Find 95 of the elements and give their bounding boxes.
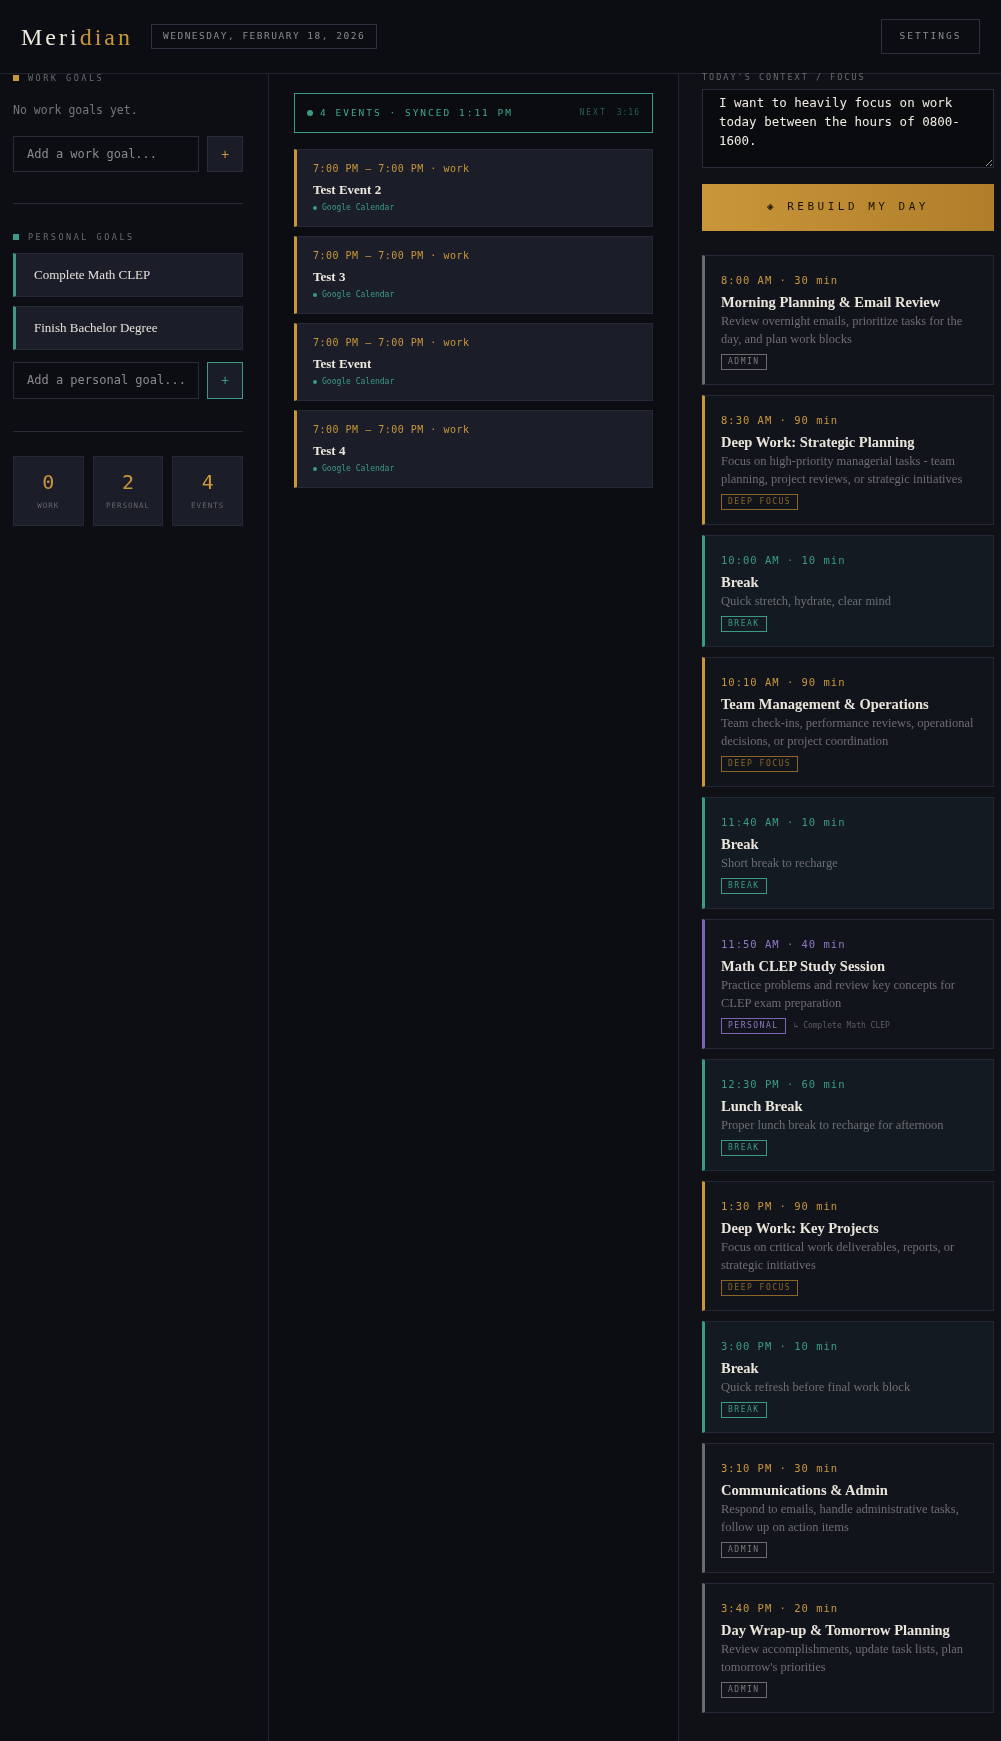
- block-time: 11:50 AM · 40 min: [721, 936, 847, 951]
- add-work-goal-button[interactable]: +: [207, 136, 243, 172]
- event-source: Google Calendar: [322, 202, 395, 214]
- block-time: 11:40 AM · 10 min: [721, 814, 847, 829]
- block-description: Review accomplishments, update task lists, plan tomorrow's priorities: [721, 1640, 964, 1676]
- block-time: 3:00 PM · 10 min: [721, 1338, 840, 1353]
- personal-goal-input[interactable]: Add a personal goal...: [13, 361, 200, 399]
- event-title: Test Event 2: [313, 181, 383, 199]
- calendar-event-card[interactable]: 7:00 PM – 7:00 PM · work Test 4 Google Calendar: [294, 410, 653, 488]
- sync-status: 4 EVENTS · SYNCED 1:11 PM: [320, 105, 513, 120]
- category-tag: DEEP FOCUS: [721, 493, 799, 510]
- schedule-block[interactable]: 3:40 PM · 20 min Day Wrap-up & Tomorrow Planning Review accomplishments, update task lists, plan tomorrow's priorities ADMIN: [702, 1582, 994, 1713]
- calendar-event-card[interactable]: 7:00 PM – 7:00 PM · work Test Event Google Calendar: [294, 323, 653, 401]
- schedule-block[interactable]: 3:00 PM · 10 min Break Quick refresh before final work block BREAK: [702, 1320, 994, 1433]
- calendar-event-card[interactable]: 7:00 PM – 7:00 PM · work Test Event 2 Google Calendar: [294, 149, 653, 227]
- block-time: 3:10 PM · 30 min: [721, 1460, 840, 1475]
- block-description: Focus on high-priority managerial tasks - team planning, project reviews, or strategic initiatives: [721, 452, 964, 488]
- app-logo: Meridian: [21, 22, 133, 52]
- event-time: 7:00 PM – 7:00 PM · work: [313, 249, 471, 263]
- category-tag: ADMIN: [721, 1681, 767, 1698]
- category-tag: BREAK: [721, 615, 767, 632]
- schedule-block[interactable]: 11:50 AM · 40 min Math CLEP Study Session Practice problems and review key concepts for CLEP exam preparation PERSONAL ↳ Complete Math CLEP: [702, 918, 994, 1049]
- block-title: Team Management & Operations: [721, 694, 930, 714]
- block-title: Math CLEP Study Session: [721, 956, 886, 976]
- section-heading: PERSONAL GOALS: [28, 231, 135, 244]
- add-personal-goal-button[interactable]: +: [207, 361, 243, 399]
- block-title: Communications & Admin: [721, 1480, 889, 1500]
- event-title: Test 3: [313, 268, 347, 286]
- stat-value: 0: [42, 470, 55, 495]
- work-goal-input[interactable]: Add a work goal...: [13, 136, 200, 172]
- block-title: Break: [721, 834, 760, 854]
- section-heading: WORK GOALS: [28, 72, 105, 85]
- event-time: 7:00 PM – 7:00 PM · work: [313, 162, 471, 176]
- block-description: Short break to recharge: [721, 854, 839, 872]
- event-source: Google Calendar: [322, 376, 395, 388]
- schedule-block[interactable]: 1:30 PM · 90 min Deep Work: Key Projects Focus on critical work deliverables, reports, or strategic initiatives DEEP FOCUS: [702, 1180, 994, 1311]
- category-tag: DEEP FOCUS: [721, 755, 799, 772]
- block-title: Lunch Break: [721, 1096, 804, 1116]
- schedule-block[interactable]: 11:40 AM · 10 min Break Short break to recharge BREAK: [702, 796, 994, 909]
- block-time: 8:00 AM · 30 min: [721, 272, 840, 287]
- category-tag: BREAK: [721, 1139, 767, 1156]
- personal-goal-item[interactable]: Finish Bachelor Degree: [13, 305, 243, 350]
- event-time: 7:00 PM – 7:00 PM · work: [313, 423, 471, 437]
- category-tag: BREAK: [721, 1401, 767, 1418]
- block-title: Deep Work: Key Projects: [721, 1218, 880, 1238]
- block-time: 3:40 PM · 20 min: [721, 1600, 840, 1615]
- block-title: Day Wrap-up & Tomorrow Planning: [721, 1620, 951, 1640]
- event-time: 7:00 PM – 7:00 PM · work: [313, 336, 471, 350]
- block-time: 8:30 AM · 90 min: [721, 412, 840, 427]
- empty-message: No work goals yet.: [13, 101, 139, 119]
- category-tag: BREAK: [721, 877, 767, 894]
- stat-value: 2: [121, 470, 134, 495]
- block-title: Deep Work: Strategic Planning: [721, 432, 916, 452]
- context-label: TODAY'S CONTEXT / FOCUS: [702, 71, 867, 84]
- square-bullet-icon: [13, 234, 19, 241]
- block-time: 12:30 PM · 60 min: [721, 1076, 847, 1091]
- rebuild-day-button[interactable]: ◈ REBUILD MY DAY: [702, 183, 994, 231]
- schedule-block[interactable]: 12:30 PM · 60 min Lunch Break Proper lunch break to recharge for afternoon BREAK: [702, 1058, 994, 1171]
- category-tag: PERSONAL: [721, 1017, 786, 1034]
- event-source: Google Calendar: [322, 463, 395, 475]
- block-description: Proper lunch break to recharge for afternoon: [721, 1116, 945, 1134]
- personal-goal-item[interactable]: Complete Math CLEP: [13, 252, 243, 297]
- category-tag: ADMIN: [721, 353, 767, 370]
- square-bullet-icon: [13, 75, 19, 82]
- block-time: 10:10 AM · 90 min: [721, 674, 847, 689]
- category-tag: ADMIN: [721, 1541, 767, 1558]
- category-tag: DEEP FOCUS: [721, 1279, 799, 1296]
- event-title: Test Event: [313, 355, 373, 373]
- block-description: Practice problems and review key concepts for CLEP exam preparation: [721, 976, 956, 1012]
- block-description: Respond to emails, handle administrative tasks, follow up on action items: [721, 1500, 960, 1536]
- block-title: Morning Planning & Email Review: [721, 292, 942, 312]
- event-title: Test 4: [313, 442, 347, 460]
- date-label: WEDNESDAY, FEBRUARY 18, 2026: [151, 24, 378, 49]
- block-description: Quick stretch, hydrate, clear mind: [721, 592, 893, 610]
- block-description: Team check-ins, performance reviews, operational decisions, or project coordination: [721, 714, 975, 750]
- settings-button[interactable]: SETTINGS: [881, 19, 980, 54]
- next-label: NEXT: [579, 107, 607, 119]
- linked-goal: ↳ Complete Math CLEP: [793, 1019, 890, 1032]
- block-description: Focus on critical work deliverables, reports, or strategic initiatives: [721, 1238, 956, 1274]
- block-title: Break: [721, 1358, 760, 1378]
- context-textarea[interactable]: I want to heavily focus on work today between the hours of 0800-1600.: [702, 88, 994, 168]
- calendar-event-card[interactable]: 7:00 PM – 7:00 PM · work Test 3 Google Calendar: [294, 236, 653, 314]
- schedule-block[interactable]: 8:00 AM · 30 min Morning Planning & Email Review Review overnight emails, prioritize tasks for the day, and plan work blocks ADMIN: [702, 254, 994, 385]
- block-description: Review overnight emails, prioritize tasks for the day, and plan work blocks: [721, 312, 964, 348]
- schedule-block[interactable]: 10:00 AM · 10 min Break Quick stretch, hydrate, clear mind BREAK: [702, 534, 994, 647]
- block-description: Quick refresh before final work block: [721, 1378, 912, 1396]
- event-source: Google Calendar: [322, 289, 395, 301]
- block-title: Break: [721, 572, 760, 592]
- block-time: 10:00 AM · 10 min: [721, 552, 847, 567]
- block-time: 1:30 PM · 90 min: [721, 1198, 840, 1213]
- schedule-block[interactable]: 8:30 AM · 90 min Deep Work: Strategic Planning Focus on high-priority managerial tasks - team planning, project reviews, or strategic initiatives DEEP FOCUS: [702, 394, 994, 525]
- schedule-block[interactable]: 10:10 AM · 90 min Team Management & Operations Team check-ins, performance reviews, operational decisions, or project coordination DEEP FOCUS: [702, 656, 994, 787]
- stat-value: 4: [201, 470, 214, 495]
- schedule-block[interactable]: 3:10 PM · 30 min Communications & Admin Respond to emails, handle administrative tasks, follow up on action items ADMIN: [702, 1442, 994, 1573]
- next-time: 3:16: [616, 107, 640, 119]
